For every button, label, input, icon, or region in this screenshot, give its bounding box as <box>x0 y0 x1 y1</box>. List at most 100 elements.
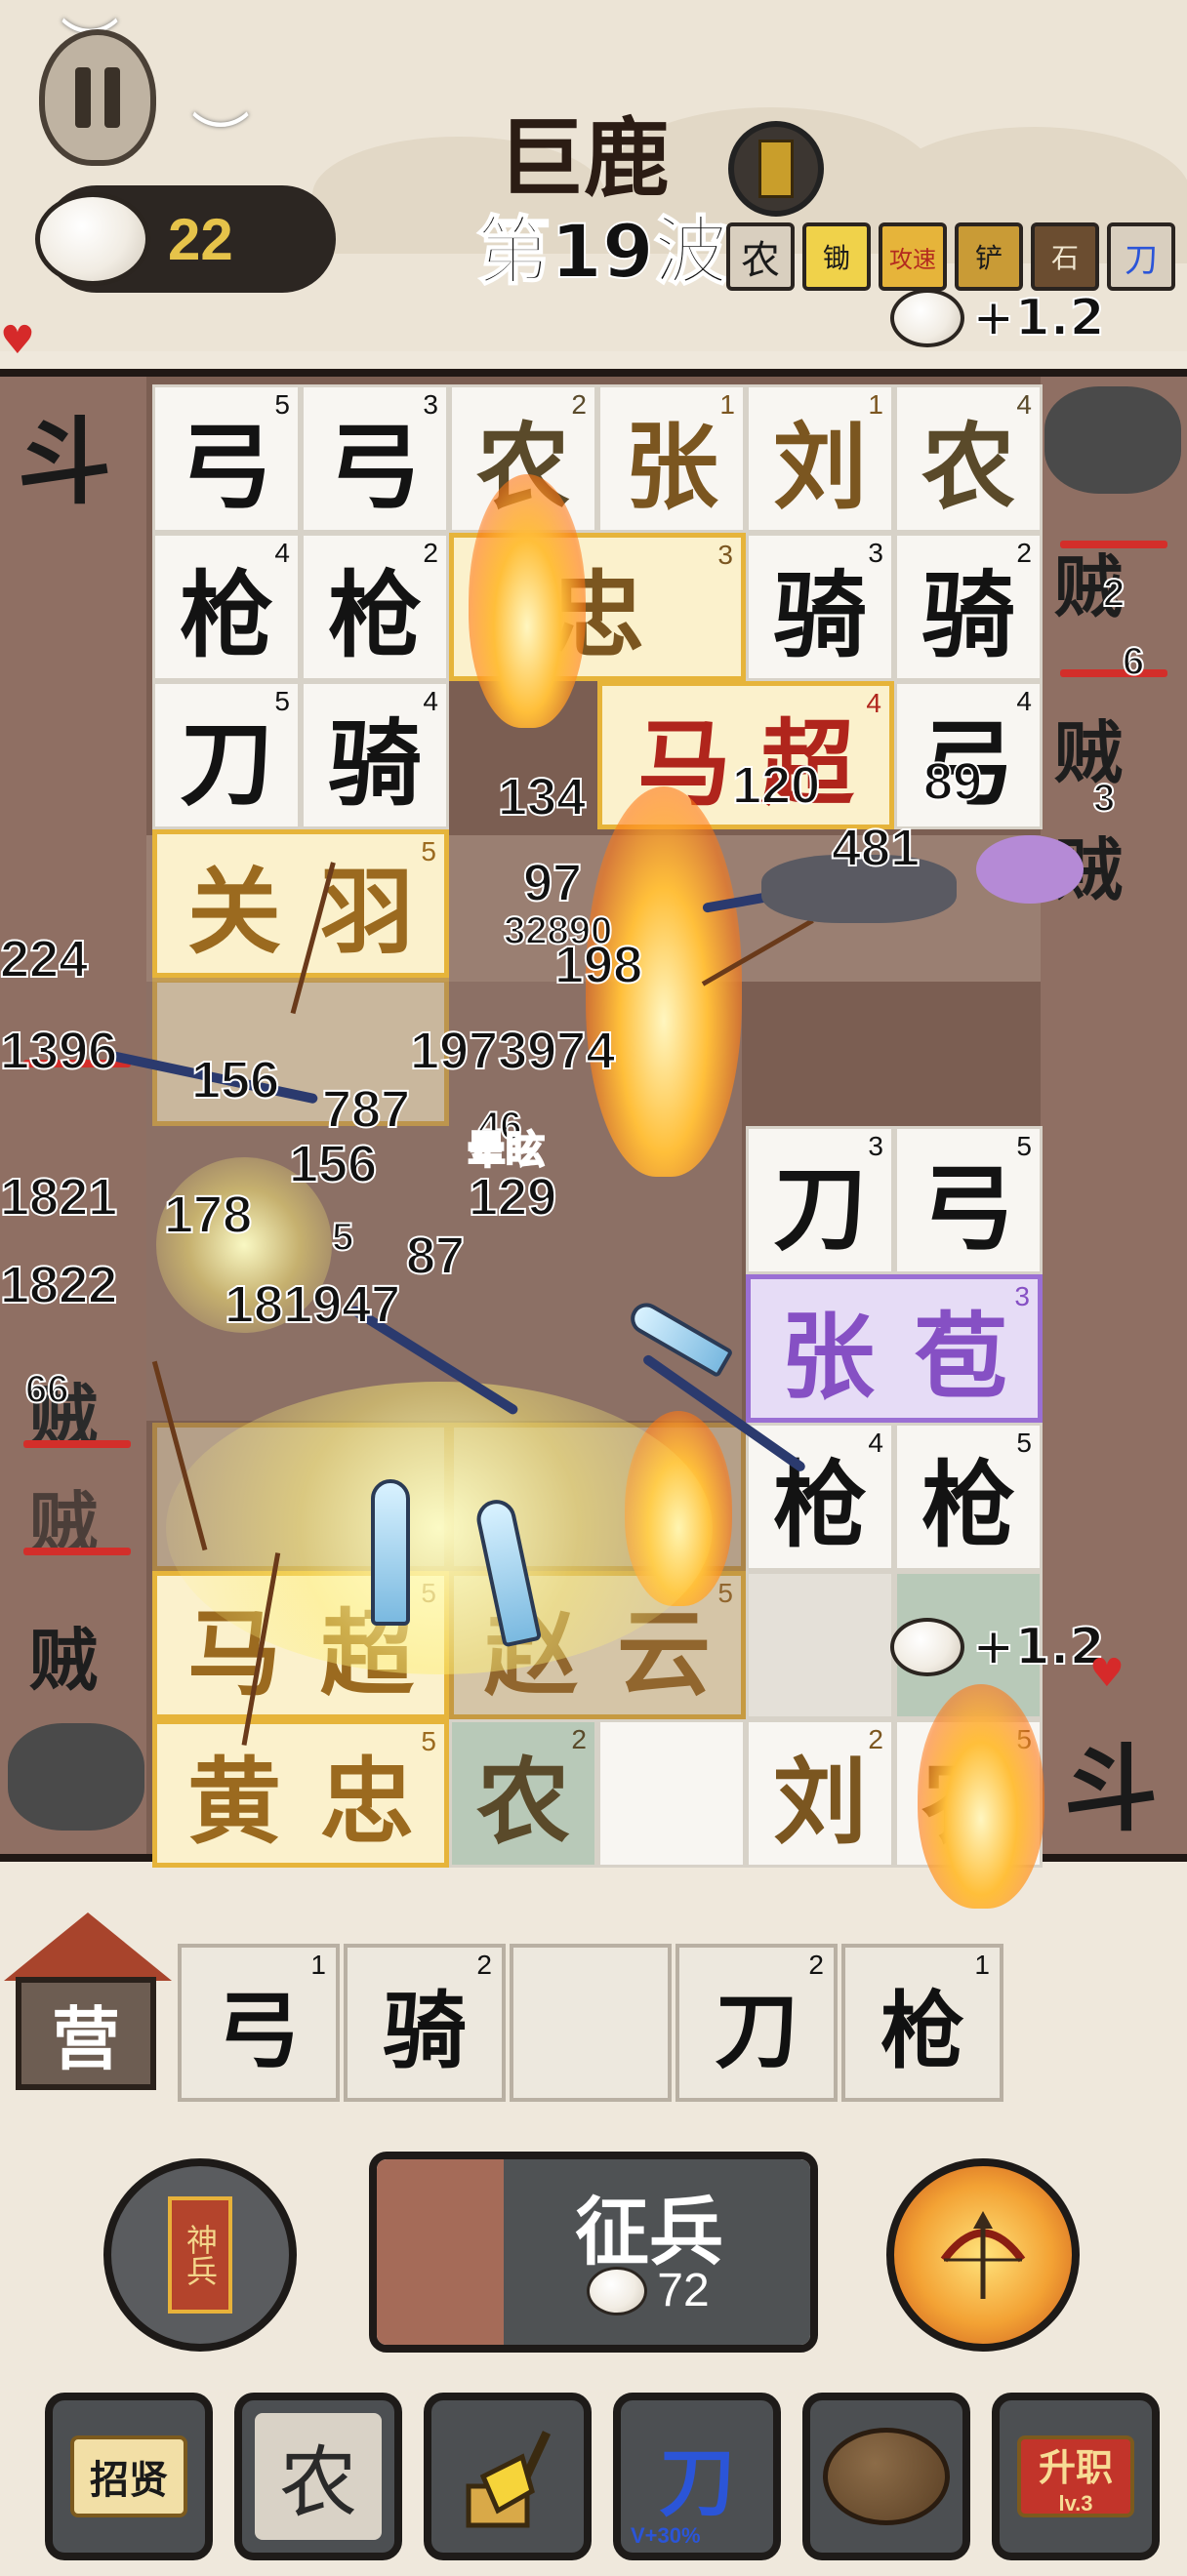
unit-level: 5 <box>421 836 436 866</box>
unit-tile-general[interactable]: 关羽5 <box>152 829 449 978</box>
unit-char: 农 <box>476 1746 570 1857</box>
unit-char: 枪 <box>328 559 422 670</box>
buff-hoe-icon[interactable]: 锄 <box>802 222 871 291</box>
unit-tile[interactable]: 弓3 <box>301 384 449 533</box>
bird-icon: ︶ <box>191 107 250 176</box>
unit-level: 1 <box>868 389 883 420</box>
pause-icon <box>75 67 91 128</box>
damage-number: 1821 <box>0 1167 118 1228</box>
unit-level: 5 <box>274 389 290 420</box>
damage-number: 1822 <box>0 1255 118 1315</box>
unit-char: 羽 <box>320 856 414 967</box>
blade-upgrade-button[interactable]: 刀 V+30% <box>613 2393 781 2560</box>
buff-blade-icon[interactable]: 刀 <box>1107 222 1175 291</box>
enemy-hp-bar <box>23 1440 131 1448</box>
reserve-camp: 营 弓1 骑2 刀2 枪1 <box>0 1893 1187 2127</box>
unit-level: 2 <box>571 1724 587 1754</box>
unit-tile[interactable]: 骑4 <box>301 681 449 829</box>
unit-tile[interactable]: 农4 <box>894 384 1043 533</box>
right-tower[interactable]: 斗 <box>1064 1713 1158 1849</box>
enemy-hp-bar <box>1060 541 1167 548</box>
unit-tile[interactable]: 刀5 <box>152 681 301 829</box>
unit-char: 刀 <box>715 1981 798 2080</box>
unit-level: 3 <box>717 540 733 570</box>
damage-number: 156 <box>288 1134 378 1194</box>
damage-number: 120 <box>731 755 821 816</box>
unit-tile[interactable]: 刘1 <box>746 384 894 533</box>
unit-level: 3 <box>1014 1281 1030 1311</box>
bottom-toolbar: 招贤 农 刀 V+30% 升职 lv.3 <box>45 2393 1160 2560</box>
unit-tile[interactable]: 枪2 <box>301 533 449 681</box>
unit-char: 刘 <box>773 1746 867 1857</box>
reserve-slot[interactable]: 刀2 <box>675 1944 838 2102</box>
reserve-slot[interactable]: 骑2 <box>344 1944 506 2102</box>
damage-number: 66 <box>24 1367 69 1412</box>
promote-label: 升职 <box>1038 2444 1113 2489</box>
divine-weapon-card: 神兵 <box>168 2196 232 2314</box>
bow-icon <box>940 2211 1026 2299</box>
farmer-button[interactable]: 农 <box>234 2393 402 2560</box>
unit-tile[interactable]: 刀3 <box>746 1126 894 1274</box>
buff-list: 农 锄 攻速 铲 石 刀 <box>726 222 1175 291</box>
pause-button[interactable] <box>39 29 156 166</box>
unit-level: 2 <box>868 1724 883 1754</box>
unit-tile[interactable]: 弓5 <box>894 1126 1043 1274</box>
enemy-level: 3 <box>1092 776 1116 821</box>
unit-level: 3 <box>423 389 438 420</box>
unit-char: 苞 <box>914 1301 1007 1412</box>
unit-tile[interactable]: 农2 <box>449 1719 597 1868</box>
camp-building[interactable]: 营 <box>0 1912 172 2098</box>
buff-farmer-icon[interactable]: 农 <box>726 222 795 291</box>
unit-tile[interactable]: 刘2 <box>746 1719 894 1868</box>
enemy-level: 6 <box>1122 639 1145 684</box>
fire-effect <box>918 1684 1044 1909</box>
unit-tile-general[interactable]: 黄忠5 <box>152 1719 449 1868</box>
rock-icon <box>823 2428 950 2525</box>
boss-card-icon <box>758 140 794 198</box>
enemy-hp-bar <box>23 1548 131 1555</box>
unit-tile[interactable]: 骑2 <box>894 533 1043 681</box>
wave-counter: 第19波 <box>475 207 729 296</box>
damage-number: 134 <box>497 767 587 827</box>
unit-level: 2 <box>571 389 587 420</box>
damage-number: 89 <box>922 751 983 812</box>
pause-icon-bar <box>104 67 120 128</box>
buff-shovel-icon[interactable]: 铲 <box>955 222 1023 291</box>
buff-rock-icon[interactable]: 石 <box>1031 222 1099 291</box>
damage-number: 178 <box>163 1185 253 1245</box>
unit-level: 5 <box>274 686 290 716</box>
bun-coin-icon <box>35 192 150 286</box>
unit-level: 1 <box>310 1950 326 1980</box>
unit-level: 2 <box>1016 538 1032 568</box>
unit-tile-empty[interactable] <box>597 1719 746 1868</box>
left-tower[interactable]: 斗 <box>18 386 111 522</box>
unit-tile[interactable]: 枪4 <box>152 533 301 681</box>
divine-weapon-button[interactable]: 神兵 <box>103 2158 297 2352</box>
reserve-slot[interactable]: 弓1 <box>178 1944 340 2102</box>
unit-tile[interactable]: 弓5 <box>152 384 301 533</box>
unit-char: 枪 <box>180 559 273 670</box>
unit-level: 5 <box>717 1578 733 1608</box>
damage-number: 5 <box>331 1215 354 1260</box>
buff-attack-speed-icon[interactable]: 攻速 <box>879 222 947 291</box>
unit-level: 4 <box>1016 686 1032 716</box>
unit-level: 2 <box>423 538 438 568</box>
fire-bow-skill-button[interactable] <box>886 2158 1080 2352</box>
unit-tile-general[interactable]: 张苞3 <box>746 1274 1043 1423</box>
bush-icon <box>1044 386 1181 494</box>
rock-button[interactable] <box>802 2393 970 2560</box>
unit-tile-empty[interactable] <box>746 1571 894 1719</box>
damage-number: 1396 <box>0 1021 118 1081</box>
reserve-slot-empty[interactable] <box>510 1944 672 2102</box>
boss-card-button[interactable] <box>728 121 824 217</box>
damage-number: 1973974 <box>409 1021 616 1081</box>
shovel-button[interactable] <box>424 2393 592 2560</box>
reserve-slot[interactable]: 枪1 <box>841 1944 1003 2102</box>
unit-tile[interactable]: 枪5 <box>894 1423 1043 1571</box>
promote-button[interactable]: 升职 lv.3 <box>992 2393 1160 2560</box>
recruit-talent-button[interactable]: 招贤 <box>45 2393 213 2560</box>
unit-level: 5 <box>1016 1428 1032 1458</box>
unit-tile[interactable]: 张1 <box>597 384 746 533</box>
unit-tile[interactable]: 骑3 <box>746 533 894 681</box>
unit-char: 关 <box>187 856 281 967</box>
